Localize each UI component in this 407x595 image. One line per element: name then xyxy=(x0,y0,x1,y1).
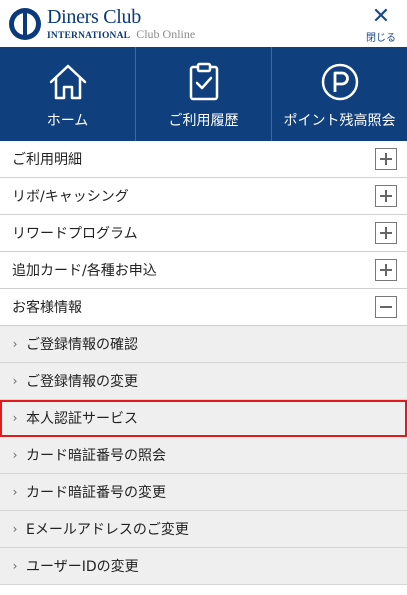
plus-icon[interactable] xyxy=(375,222,397,244)
menu-revolving-cashing[interactable]: リボ/キャッシング xyxy=(0,178,407,215)
tile-usage-history-label: ご利用履歴 xyxy=(168,113,239,129)
chevron-right-icon: › xyxy=(12,559,18,573)
menu-usage-statement[interactable]: ご利用明細 xyxy=(0,141,407,178)
accordion-menu: ご利用明細 リボ/キャッシング リワードプログラム 追加カード/各種お申込 お客… xyxy=(0,141,407,585)
submenu-item-label: カード暗証番号の照会 xyxy=(26,448,166,464)
points-p-icon xyxy=(321,63,358,101)
menu-additional-card[interactable]: 追加カード/各種お申込 xyxy=(0,252,407,289)
brand-title: Diners Club xyxy=(47,6,141,28)
menu-reward-program[interactable]: リワードプログラム xyxy=(0,215,407,252)
chevron-right-icon: › xyxy=(12,522,18,536)
tile-home[interactable]: ホーム xyxy=(0,47,136,141)
tile-home-label: ホーム xyxy=(46,113,89,129)
submenu-item-label: Eメールアドレスのご変更 xyxy=(26,522,189,538)
menu-item-label: お客様情報 xyxy=(12,300,82,316)
brand-international: INTERNATIONAL xyxy=(47,31,131,41)
diners-club-mark-icon xyxy=(9,8,41,41)
menu-item-label: リボ/キャッシング xyxy=(12,189,129,205)
menu-item-label: 追加カード/各種お申込 xyxy=(12,263,157,279)
menu-item-label: ご利用明細 xyxy=(12,152,82,168)
plus-icon[interactable] xyxy=(375,185,397,207)
submenu-item-label: ご登録情報の確認 xyxy=(26,337,138,353)
diners-club-logo[interactable]: Diners Club INTERNATIONAL Club Online xyxy=(9,7,195,42)
brand-club-online: Club Online xyxy=(136,27,196,41)
clipboard-check-icon xyxy=(189,62,218,101)
submenu-item-label: ユーザーIDの変更 xyxy=(26,559,139,575)
submenu-identity-authentication[interactable]: › 本人認証サービス xyxy=(0,400,407,437)
submenu-userid-change[interactable]: › ユーザーIDの変更 xyxy=(0,548,407,585)
home-icon xyxy=(49,64,86,100)
submenu-email-change[interactable]: › Eメールアドレスのご変更 xyxy=(0,511,407,548)
plus-icon[interactable] xyxy=(375,148,397,170)
submenu-pin-inquiry[interactable]: › カード暗証番号の照会 xyxy=(0,437,407,474)
submenu-confirm-registration[interactable]: › ご登録情報の確認 xyxy=(0,326,407,363)
quick-nav-tiles: ホーム ご利用履歴 ポイント残高照会 xyxy=(0,47,407,141)
close-label: 閉じる xyxy=(366,33,396,44)
close-icon: ✕ xyxy=(371,4,391,29)
tile-points-balance-label: ポイント残高照会 xyxy=(283,113,396,129)
chevron-right-icon: › xyxy=(12,448,18,462)
minus-icon[interactable] xyxy=(375,296,397,318)
submenu-item-label: ご登録情報の変更 xyxy=(26,374,138,390)
submenu-item-label: カード暗証番号の変更 xyxy=(26,485,166,501)
tile-usage-history[interactable]: ご利用履歴 xyxy=(136,47,272,141)
menu-customer-info[interactable]: お客様情報 xyxy=(0,289,407,326)
header: Diners Club INTERNATIONAL Club Online ✕ … xyxy=(0,0,407,47)
chevron-right-icon: › xyxy=(12,411,18,425)
chevron-right-icon: › xyxy=(12,485,18,499)
tile-points-balance[interactable]: ポイント残高照会 xyxy=(272,47,407,141)
close-button[interactable]: ✕ 閉じる xyxy=(363,4,399,45)
chevron-right-icon: › xyxy=(12,337,18,351)
chevron-right-icon: › xyxy=(12,374,18,388)
submenu-pin-change[interactable]: › カード暗証番号の変更 xyxy=(0,474,407,511)
submenu-item-label: 本人認証サービス xyxy=(26,411,138,427)
menu-item-label: リワードプログラム xyxy=(12,226,138,242)
submenu-change-registration[interactable]: › ご登録情報の変更 xyxy=(0,363,407,400)
plus-icon[interactable] xyxy=(375,259,397,281)
